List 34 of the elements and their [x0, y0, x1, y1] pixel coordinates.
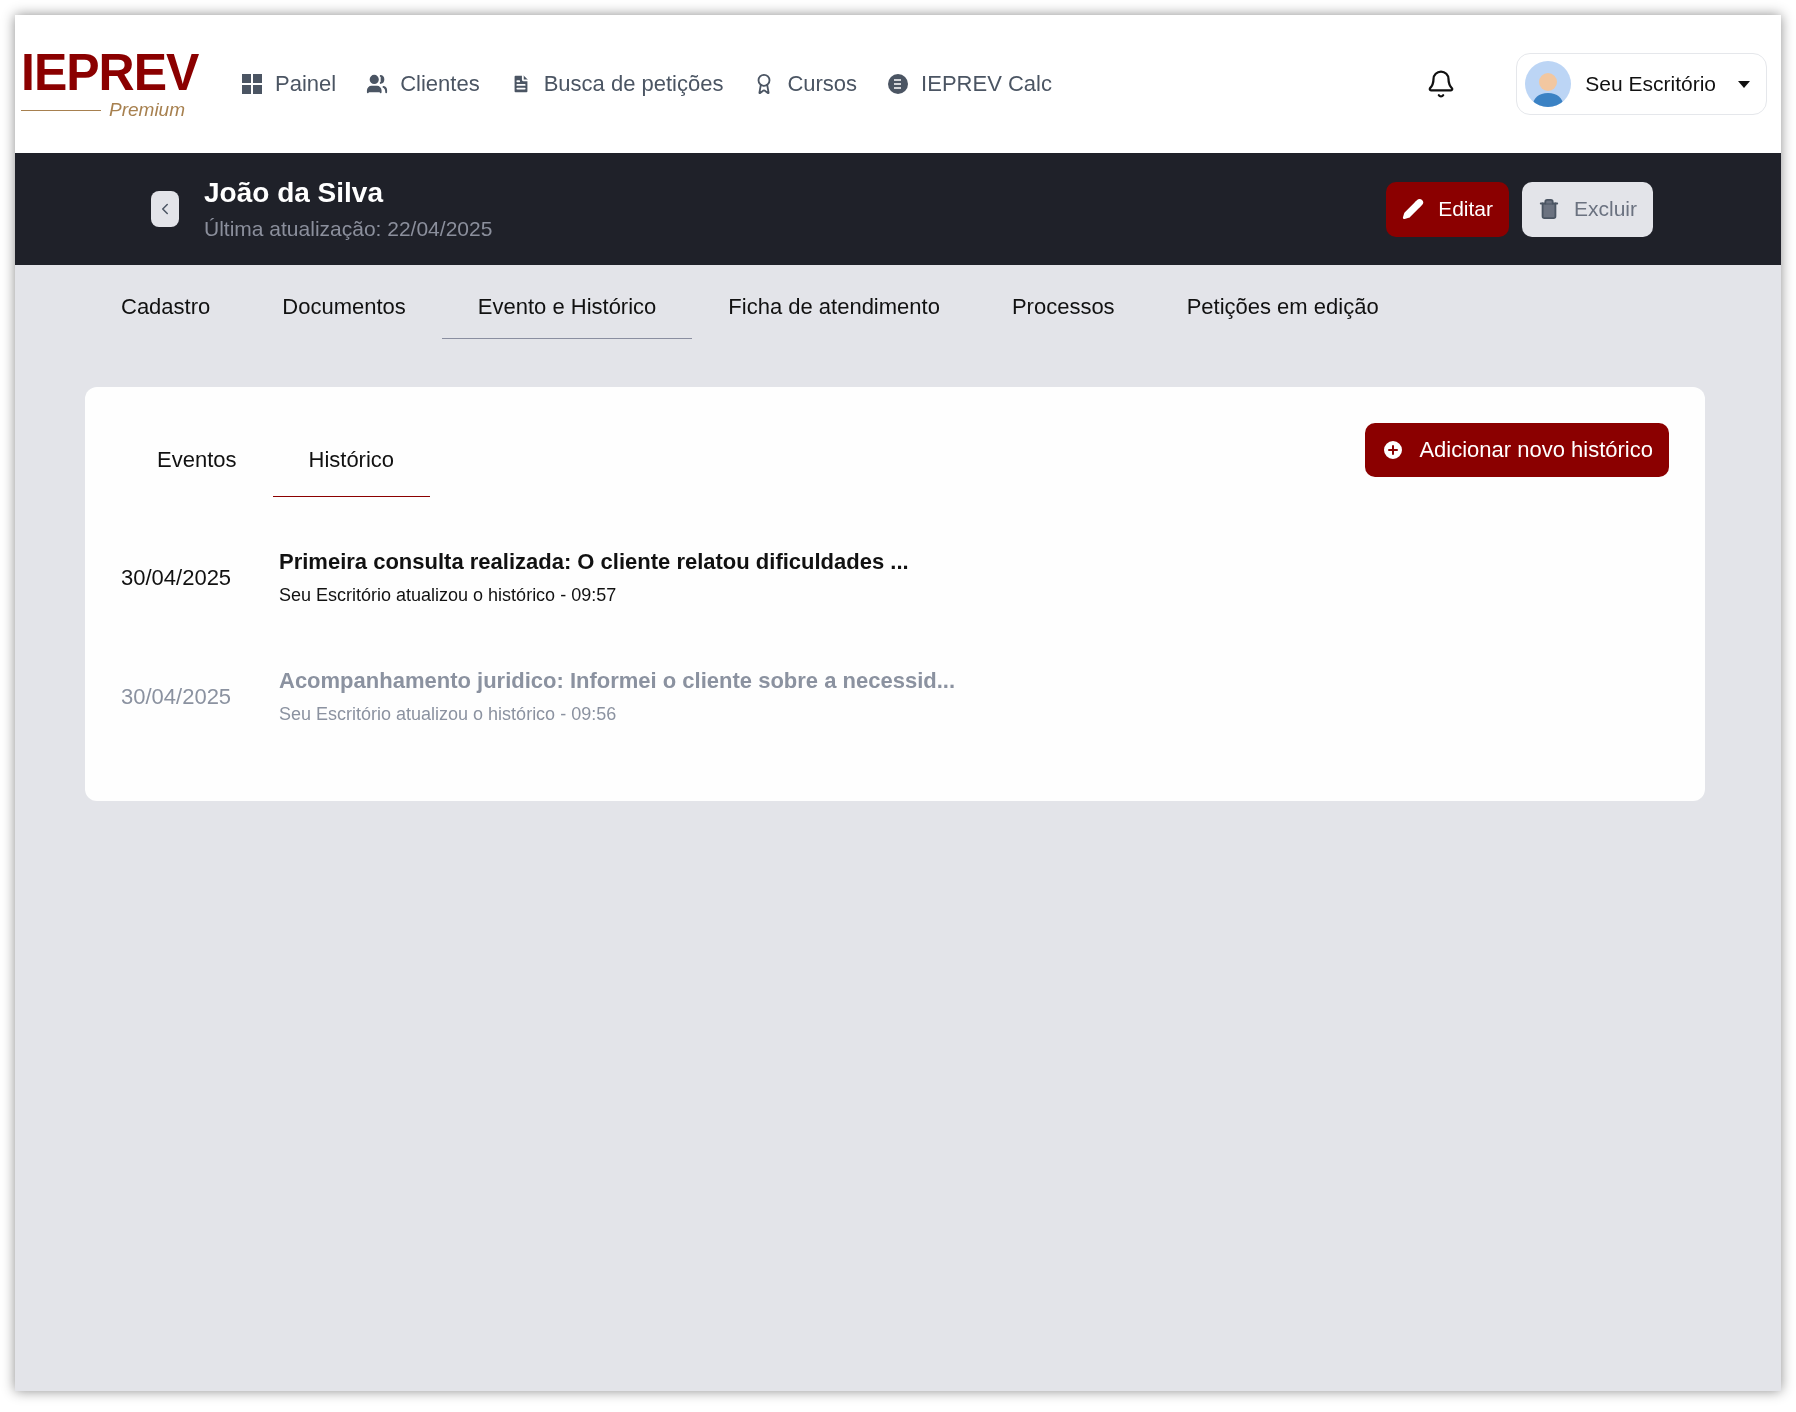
account-menu[interactable]: Seu Escritório [1516, 53, 1767, 115]
grid-icon [241, 73, 263, 95]
tab[interactable]: Petições em edição [1150, 265, 1415, 339]
client-name: João da Silva [204, 177, 385, 209]
history-title[interactable]: Primeira consulta realizada: O cliente relatou dificuldades ... [279, 549, 909, 575]
nav-link[interactable]: IEPREV Calc [887, 71, 1052, 97]
users-icon [366, 73, 389, 95]
nav-link[interactable]: Painel [241, 71, 337, 97]
delete-button[interactable]: Excluir [1522, 181, 1653, 237]
tab[interactable]: Histórico [272, 423, 431, 497]
history-date: 30/04/2025 [121, 683, 233, 710]
tab[interactable]: Evento e Histórico [441, 265, 693, 339]
trash-icon [1538, 198, 1560, 220]
avatar-icon [1525, 61, 1572, 107]
back-button[interactable] [151, 191, 179, 227]
history-meta: Seu Escritório atualizou o histórico - 09:56 [279, 704, 618, 725]
pencil-icon [1402, 198, 1425, 220]
nav-link[interactable]: Busca de petições [509, 71, 724, 97]
tab[interactable]: Cadastro [85, 265, 247, 339]
calculator-icon [887, 73, 910, 95]
edit-button[interactable]: Editar [1386, 181, 1509, 237]
history-date: 30/04/2025 [121, 564, 233, 591]
logo-tagline: Premium [109, 99, 185, 121]
tab[interactable]: Eventos [121, 423, 273, 497]
history-meta: Seu Escritório atualizou o histórico - 09:57 [279, 585, 618, 606]
tab[interactable]: Documentos [246, 265, 442, 339]
logo-wordmark: IEPREV [21, 45, 200, 99]
tab[interactable]: Processos [975, 265, 1151, 339]
nav-link[interactable]: Clientes [366, 71, 480, 97]
add-history-button[interactable]: Adicionar novo histórico [1365, 423, 1669, 477]
nav-link[interactable]: Cursos [753, 71, 858, 97]
last-updated: Última atualização: 22/04/2025 [204, 217, 494, 241]
tab[interactable]: Ficha de atendimento [692, 265, 976, 339]
caret-icon [1738, 80, 1750, 88]
